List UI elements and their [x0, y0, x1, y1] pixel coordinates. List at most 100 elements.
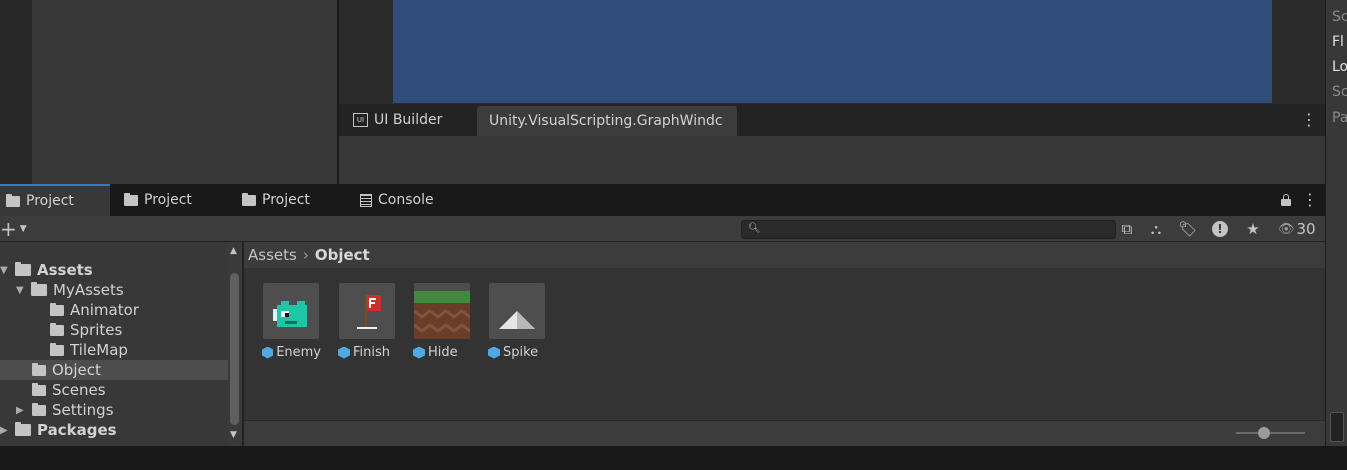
visible-count: 30 [1296, 220, 1316, 238]
scene-view[interactable] [393, 0, 1272, 103]
tab-project-3[interactable]: Project [236, 184, 316, 216]
inspector-label: Sc [1332, 9, 1347, 25]
warning-filter-icon[interactable]: ! [1208, 219, 1232, 239]
prefab-icon [413, 346, 425, 359]
tab-label: Project [144, 192, 192, 208]
breadcrumb-assets[interactable]: Assets [248, 246, 297, 264]
open-folder-icon [15, 262, 31, 276]
asset-name: Spike [503, 345, 539, 360]
tree-item-settings[interactable]: ▶ Settings [0, 400, 228, 420]
prefab-icon [262, 346, 274, 359]
tab-label: Project [26, 193, 74, 209]
folder-icon [32, 402, 46, 416]
tree-item-label: MyAssets [53, 281, 124, 299]
tab-label: Project [262, 192, 310, 208]
hierarchy-content [32, 0, 337, 184]
search-input[interactable]: 🔍︎ [741, 220, 1116, 239]
add-icon: + [0, 217, 17, 241]
asset-name: Finish [353, 345, 391, 360]
tree-item-label: Object [52, 361, 101, 379]
asset-enemy[interactable]: Enemy [262, 283, 321, 363]
tree-item-label: Settings [52, 401, 114, 419]
tab-project-2[interactable]: Project [118, 184, 198, 216]
asset-spike[interactable]: Spike [488, 283, 547, 363]
expand-arrow-icon[interactable]: ▼ [16, 285, 28, 296]
folder-icon [32, 362, 46, 376]
tab-label: Console [378, 192, 434, 208]
tree-item-animator[interactable]: Animator [0, 300, 228, 320]
asset-finish[interactable]: Finish [338, 283, 397, 363]
tree-item-myassets[interactable]: ▼ MyAssets [0, 280, 228, 300]
filter-by-type-icon[interactable]: ⛬ [1144, 219, 1168, 239]
tab-label: Unity.VisualScripting.GraphWindc [489, 113, 723, 129]
folder-icon [32, 382, 46, 396]
status-bar [0, 446, 1347, 470]
lock-icon[interactable] [1281, 194, 1291, 206]
tab-label: UI Builder [374, 112, 443, 128]
tree-item-label: Assets [37, 261, 93, 279]
inspector-label: Lo [1332, 59, 1347, 75]
filter-by-label-icon[interactable]: 🏷︎ [1176, 219, 1200, 239]
tab-project-1[interactable]: Project [0, 184, 110, 216]
expand-arrow-icon[interactable]: ▼ [0, 265, 12, 276]
enemy-thumbnail [263, 283, 319, 339]
folder-icon [6, 193, 20, 207]
zoom-slider-track[interactable] [1236, 432, 1305, 434]
folder-icon [50, 342, 64, 356]
more-menu-icon[interactable]: ⋮ [1302, 192, 1318, 208]
tree-item-label: Packages [37, 421, 117, 439]
eye-icon: 👁︎ [1278, 221, 1295, 237]
inspector-label: Sc [1332, 84, 1347, 100]
asset-grid [244, 268, 1325, 420]
tree-item-label: Scenes [52, 381, 106, 399]
tree-item-assets[interactable]: ▼ Assets [0, 260, 228, 280]
tab-ui-builder[interactable]: UI UI Builder [341, 104, 454, 136]
inspector-resize-handle[interactable] [1330, 412, 1344, 442]
asset-hide[interactable]: Hide [413, 283, 472, 363]
upper-tab-bar: UI UI Builder Unity.VisualScripting.Grap… [339, 104, 1325, 136]
scrollbar-thumb[interactable] [230, 273, 239, 425]
favorites-star-icon[interactable]: ★ [1241, 219, 1265, 239]
breadcrumb: Assets › Object [244, 242, 1325, 268]
breadcrumb-current: Object [314, 246, 370, 264]
open-folder-icon [31, 282, 47, 296]
search-icon: 🔍︎ [748, 223, 761, 234]
asset-name: Enemy [276, 345, 321, 360]
hidden-packages-toggle[interactable]: 👁︎ 30 [1278, 219, 1322, 239]
zoom-slider-handle[interactable] [1258, 427, 1270, 439]
folder-icon [50, 302, 64, 316]
prefab-icon [338, 346, 350, 359]
tab-console[interactable]: Console [354, 184, 440, 216]
chevron-down-icon: ▼ [19, 224, 27, 234]
graph-window-body [339, 136, 1325, 184]
prefab-icon [488, 346, 500, 359]
project-footer [244, 420, 1325, 446]
inspector-label: Fl [1332, 34, 1344, 50]
tree-item-label: Sprites [70, 321, 123, 339]
tree-item-label: Animator [70, 301, 139, 319]
create-button[interactable]: + ▼ [0, 217, 34, 241]
hide-thumbnail [414, 283, 470, 339]
spike-thumbnail [489, 283, 545, 339]
breadcrumb-separator: › [302, 246, 309, 264]
scroll-up-icon[interactable]: ▲ [230, 246, 237, 256]
expand-arrow-icon[interactable]: ▶ [16, 405, 28, 416]
asset-name: Hide [428, 345, 458, 360]
scroll-down-icon[interactable]: ▼ [230, 430, 237, 440]
tree-item-scenes[interactable]: Scenes [0, 380, 228, 400]
folder-icon [50, 322, 64, 336]
tree-item-object[interactable]: Object [0, 360, 228, 380]
project-tab-bar: Project Project Project Console ⋮ [0, 184, 1325, 216]
search-scope-icon[interactable]: ⧉ [1115, 219, 1139, 239]
tree-item-sprites[interactable]: Sprites [0, 320, 228, 340]
tab-graph-window[interactable]: Unity.VisualScripting.GraphWindc [477, 106, 737, 136]
folder-tree: ▼ Assets ▼ MyAssets Animator Sprites Til… [0, 242, 228, 446]
tree-item-packages[interactable]: ▶ Packages [0, 420, 228, 440]
console-icon [360, 193, 372, 207]
inspector-label: Pa [1332, 110, 1347, 126]
expand-arrow-icon[interactable]: ▶ [0, 425, 12, 436]
tree-item-tilemap[interactable]: TileMap [0, 340, 228, 360]
folder-icon [242, 192, 256, 206]
folder-icon [15, 422, 31, 436]
more-menu-icon[interactable]: ⋮ [1301, 112, 1317, 128]
